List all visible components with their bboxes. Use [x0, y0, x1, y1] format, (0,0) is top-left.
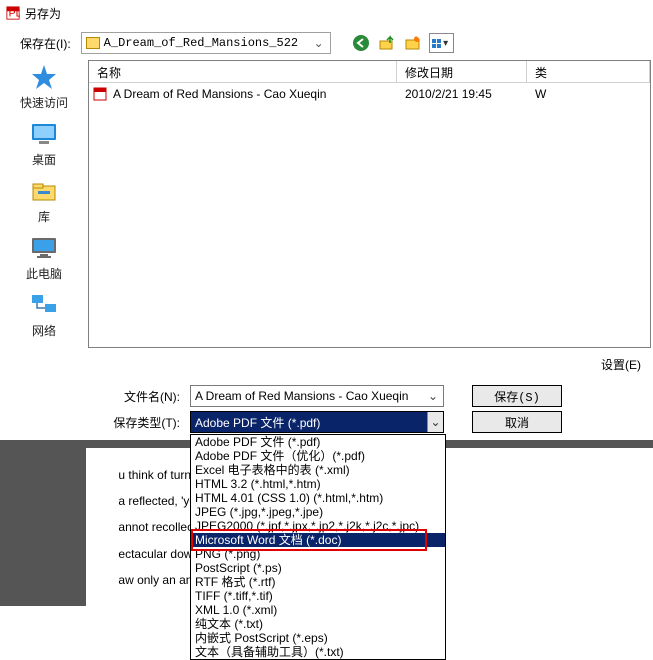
place-desktop[interactable]: 桌面: [9, 119, 79, 168]
type-option[interactable]: PNG (*.png): [191, 547, 445, 561]
type-option[interactable]: 纯文本 (*.txt): [191, 617, 445, 631]
places-bar: 快速访问 桌面 库 此电脑 网络: [0, 56, 88, 348]
view-button[interactable]: ▾: [429, 33, 454, 53]
file-row[interactable]: A Dream of Red Mansions - Cao Xueqin 201…: [89, 83, 650, 105]
filename-label: 文件名(N):: [100, 388, 180, 405]
type-option[interactable]: Excel 电子表格中的表 (*.xml): [191, 463, 445, 477]
type-option[interactable]: XML 1.0 (*.xml): [191, 603, 445, 617]
save-button[interactable]: 保存(S): [472, 385, 562, 407]
svg-text:✦: ✦: [415, 34, 422, 44]
savein-row: 保存在(I): A_Dream_of_Red_Mansions_522 ⌄ ✦ …: [0, 26, 653, 56]
type-option[interactable]: PostScript (*.ps): [191, 561, 445, 575]
place-label: 库: [38, 208, 50, 225]
col-type[interactable]: 类: [527, 61, 650, 82]
type-option[interactable]: JPEG2000 (*.jpf,*.jpx,*.jp2,*.j2k,*.j2c,…: [191, 519, 445, 533]
col-date[interactable]: 修改日期: [397, 61, 527, 82]
file-type: W: [527, 87, 650, 101]
type-option[interactable]: HTML 3.2 (*.html,*.htm): [191, 477, 445, 491]
type-option[interactable]: Adobe PDF 文件（优化）(*.pdf): [191, 449, 445, 463]
titlebar: PDF 另存为: [0, 0, 653, 26]
filename-value: A Dream of Red Mansions - Cao Xueqin: [195, 389, 427, 403]
new-folder-button[interactable]: ✦: [403, 33, 423, 53]
place-label: 网络: [32, 322, 56, 339]
settings-button[interactable]: 设置(E): [593, 354, 649, 375]
type-selected: Adobe PDF 文件 (*.pdf): [191, 412, 427, 432]
col-name[interactable]: 名称: [89, 61, 397, 82]
cancel-button[interactable]: 取消: [472, 411, 562, 433]
toolbar: ✦ ▾: [351, 33, 454, 53]
svg-text:PDF: PDF: [9, 8, 20, 20]
file-date: 2010/2/21 19:45: [397, 87, 527, 101]
chevron-down-icon[interactable]: ⌄: [312, 36, 326, 50]
filename-combo[interactable]: A Dream of Red Mansions - Cao Xueqin ⌄: [190, 385, 444, 407]
place-label: 此电脑: [26, 265, 62, 282]
type-option[interactable]: 文本（具备辅助工具）(*.txt): [191, 645, 445, 659]
bottom-panel: 文件名(N): A Dream of Red Mansions - Cao Xu…: [0, 377, 653, 437]
type-option[interactable]: Adobe PDF 文件 (*.pdf): [191, 435, 445, 449]
chevron-down-icon[interactable]: ⌄: [427, 412, 443, 432]
type-option[interactable]: HTML 4.01 (CSS 1.0) (*.html,*.htm): [191, 491, 445, 505]
file-list[interactable]: 名称 修改日期 类 A Dream of Red Mansions - Cao …: [88, 60, 651, 348]
chevron-down-icon[interactable]: ⌄: [427, 389, 439, 403]
type-option[interactable]: 内嵌式 PostScript (*.eps): [191, 631, 445, 645]
folder-name: A_Dream_of_Red_Mansions_522: [104, 36, 312, 50]
type-dropdown[interactable]: Adobe PDF 文件 (*.pdf)Adobe PDF 文件（优化）(*.p…: [190, 434, 446, 660]
chevron-down-icon: ▾: [441, 38, 451, 49]
type-option[interactable]: JPEG (*.jpg,*.jpeg,*.jpe): [191, 505, 445, 519]
window-title: 另存为: [25, 5, 61, 22]
place-network[interactable]: 网络: [9, 290, 79, 339]
pdf-icon: PDF: [6, 6, 20, 20]
folder-combo[interactable]: A_Dream_of_Red_Mansions_522 ⌄: [81, 32, 331, 54]
place-label: 快速访问: [20, 94, 68, 111]
main-area: 快速访问 桌面 库 此电脑 网络 名称 修改日期 类 A Dream of R: [0, 56, 653, 348]
place-library[interactable]: 库: [9, 176, 79, 225]
settings-row: 设置(E): [0, 348, 653, 377]
up-button[interactable]: [377, 33, 397, 53]
place-label: 桌面: [32, 151, 56, 168]
type-option[interactable]: RTF 格式 (*.rtf): [191, 575, 445, 589]
type-option[interactable]: TIFF (*.tiff,*.tif): [191, 589, 445, 603]
type-label: 保存类型(T):: [100, 414, 180, 431]
place-thispc[interactable]: 此电脑: [9, 233, 79, 282]
savein-label: 保存在(I):: [20, 35, 71, 52]
back-button[interactable]: [351, 33, 371, 53]
file-name: A Dream of Red Mansions - Cao Xueqin: [113, 87, 326, 101]
place-quick[interactable]: 快速访问: [9, 62, 79, 111]
type-combo[interactable]: Adobe PDF 文件 (*.pdf) ⌄ Adobe PDF 文件 (*.p…: [190, 411, 444, 433]
type-option[interactable]: Microsoft Word 文档 (*.doc): [191, 533, 445, 547]
file-header: 名称 修改日期 类: [89, 61, 650, 83]
folder-icon: [86, 37, 100, 49]
pdf-file-icon: [93, 87, 107, 101]
